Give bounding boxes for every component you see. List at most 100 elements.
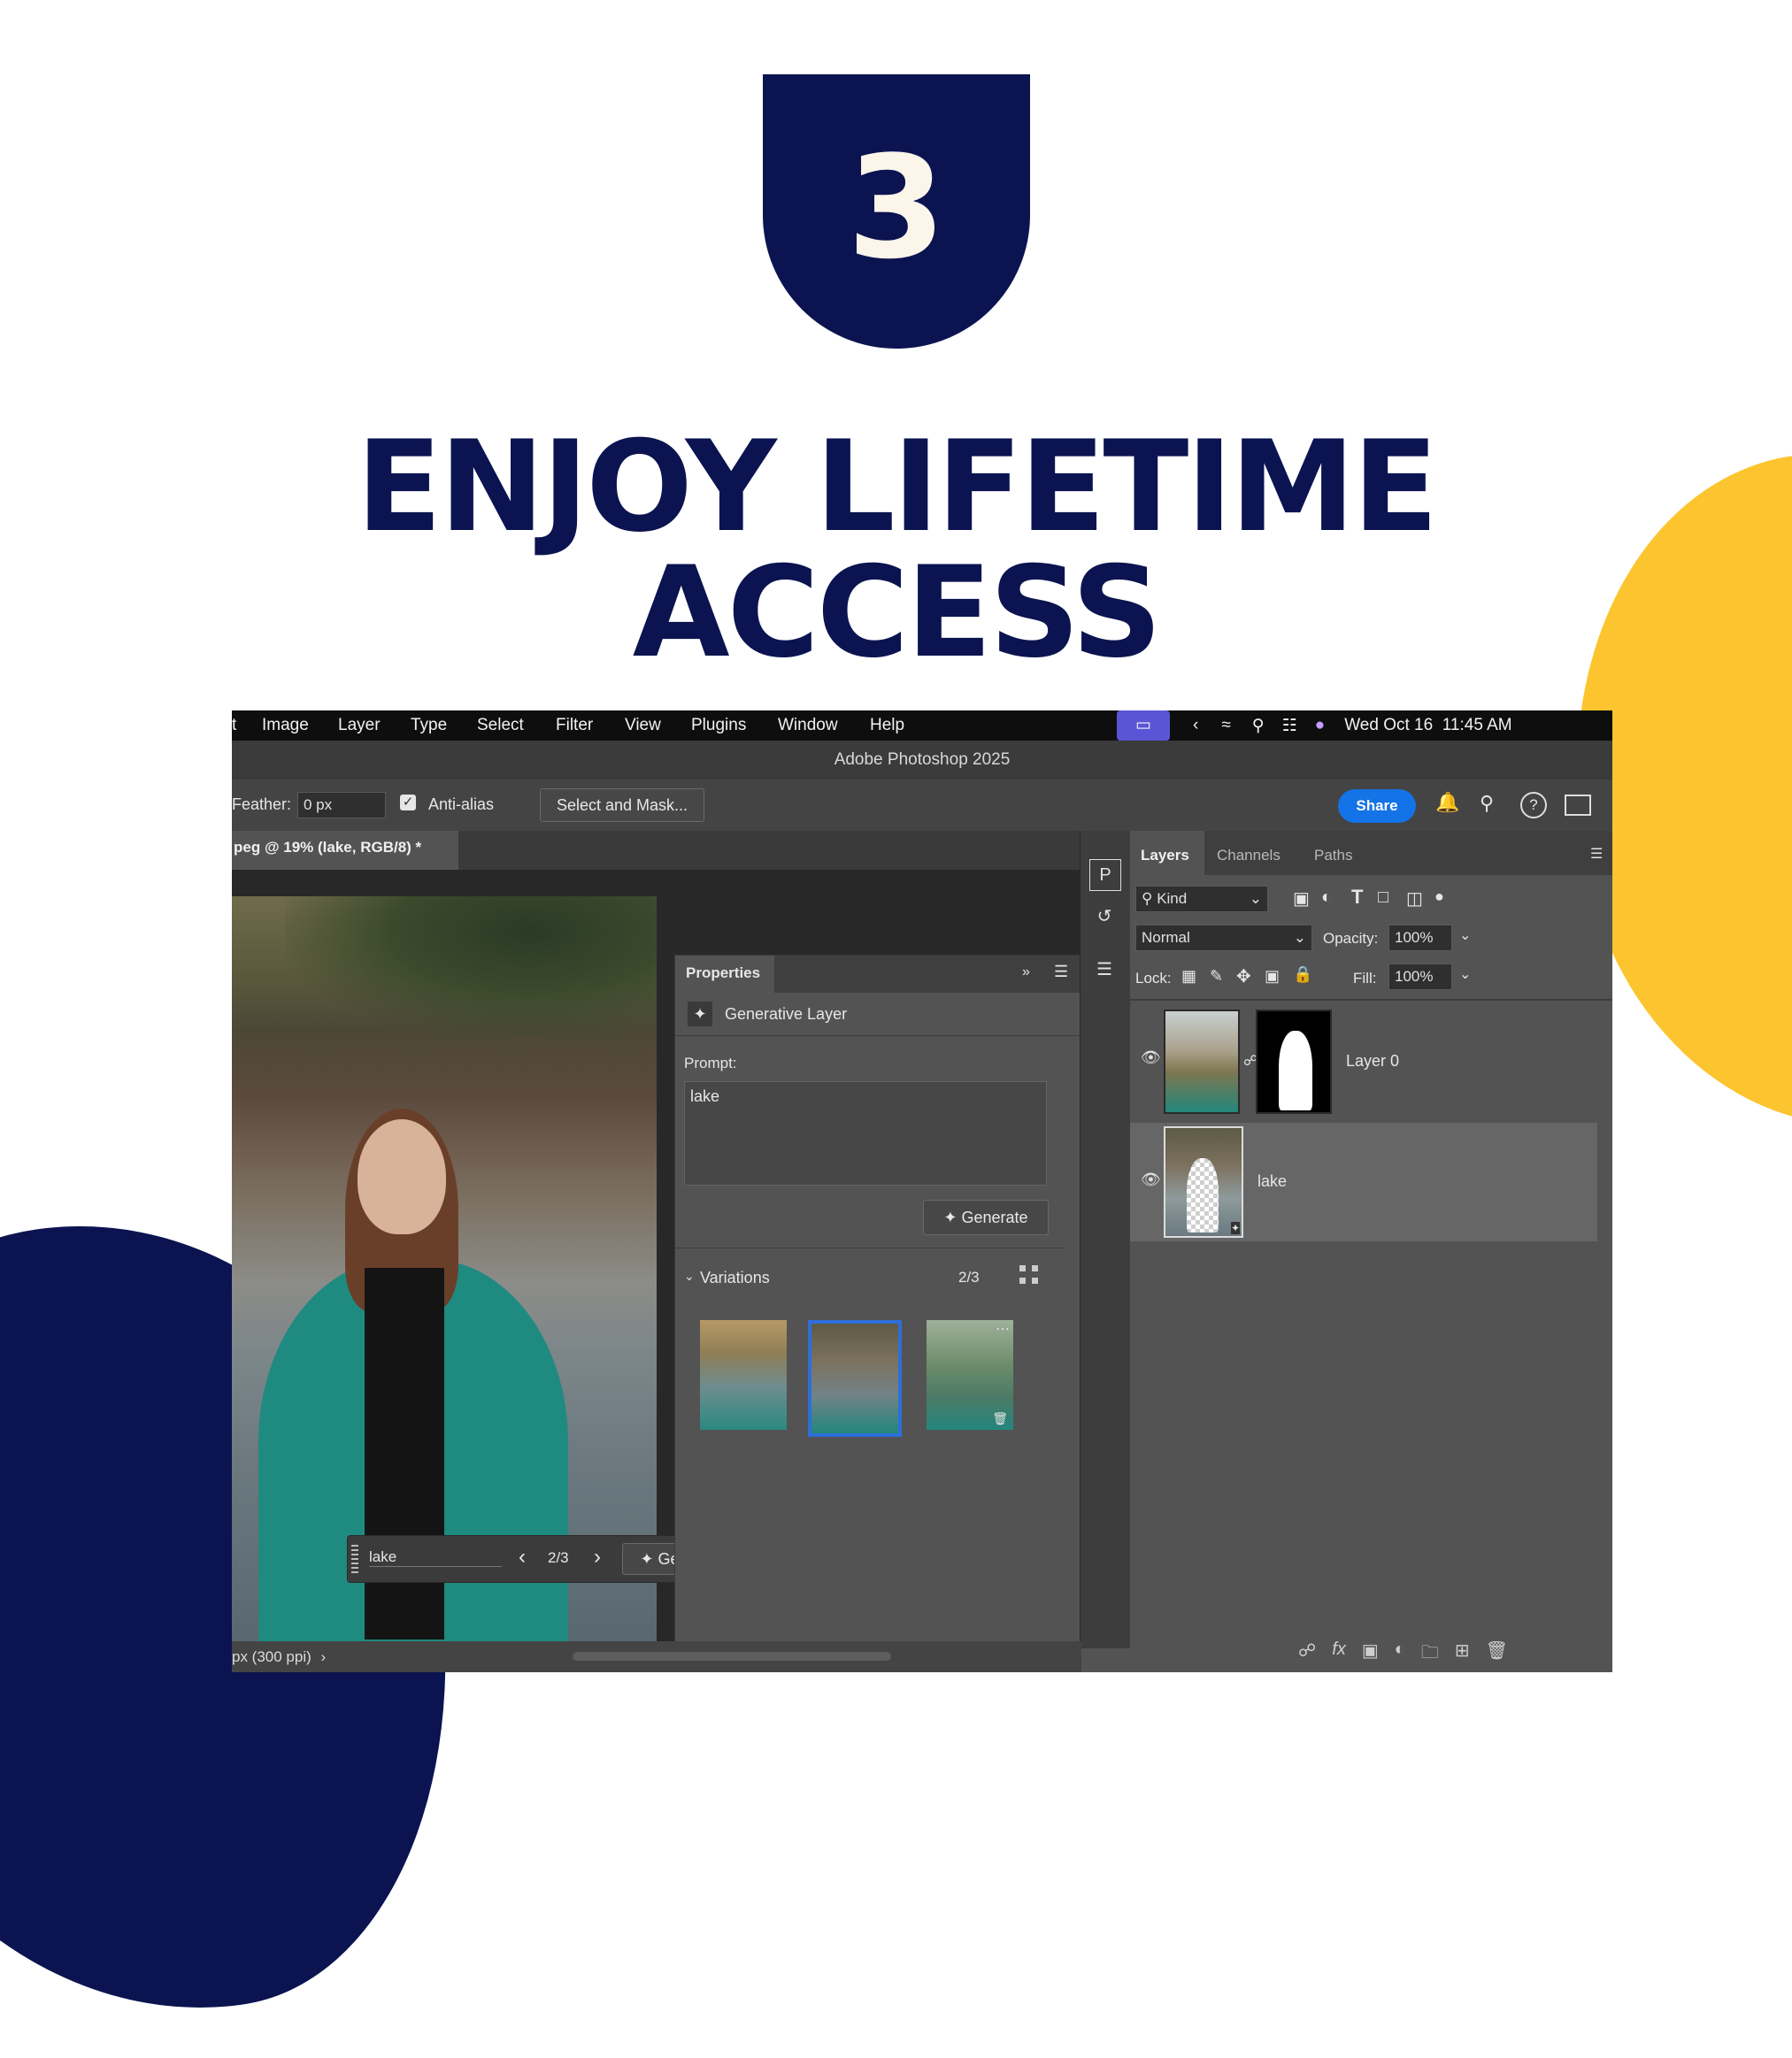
lock-transparent-icon[interactable]: ▦ — [1181, 967, 1196, 986]
lake-thumbnail: ✦ — [1164, 1126, 1243, 1238]
menu-item-t[interactable]: t — [232, 716, 236, 735]
chevron-left-icon[interactable]: ‹ — [1193, 716, 1198, 735]
filter-smart-object-icon[interactable]: ◫ — [1406, 887, 1423, 910]
mac-menu-bar: t Image Layer Type Select Filter View Pl… — [232, 710, 1612, 741]
generate-button[interactable]: ✦ Generate — [923, 1200, 1049, 1235]
feather-input[interactable]: 0 px — [297, 792, 386, 818]
prompt-label: Prompt: — [684, 1055, 737, 1071]
tab-channels[interactable]: Channels — [1217, 847, 1281, 864]
tab-paths[interactable]: Paths — [1314, 847, 1352, 864]
variations-chevron-icon[interactable]: ⌄ — [684, 1269, 695, 1284]
lock-all-icon[interactable]: 🔒 — [1293, 965, 1312, 984]
properties-tab[interactable]: Properties — [675, 956, 774, 993]
collapse-icon[interactable]: » — [1022, 964, 1030, 980]
lock-position-icon[interactable]: ✥ — [1236, 965, 1251, 987]
new-group-icon[interactable]: 🗀 — [1421, 1639, 1439, 1670]
antialias-label: Anti-alias — [428, 795, 495, 813]
chevron-down-icon: ⌄ — [1293, 929, 1306, 946]
delete-variation-icon[interactable]: 🗑 — [992, 1411, 1008, 1426]
prompt-input[interactable]: lake — [684, 1081, 1047, 1186]
panel-menu-icon[interactable]: ☰ — [1054, 963, 1068, 981]
horizontal-scrollbar[interactable] — [573, 1652, 891, 1661]
canvas-photo[interactable] — [232, 896, 657, 1641]
chevron-down-icon: ⌄ — [1249, 890, 1262, 907]
visibility-eye-icon[interactable]: 👁 — [1141, 1048, 1161, 1067]
lock-paint-icon[interactable]: ✎ — [1210, 967, 1223, 986]
variation-thumbnail-1[interactable] — [700, 1320, 787, 1430]
drag-handle-icon[interactable] — [351, 1545, 358, 1573]
help-icon[interactable]: ? — [1520, 792, 1547, 818]
menubar-datetime: Wed Oct 16 11:45 AM — [1344, 716, 1512, 734]
filter-kind-value: Kind — [1157, 890, 1188, 907]
menu-item-window[interactable]: Window — [778, 716, 838, 735]
face — [358, 1119, 446, 1234]
fill-input[interactable]: 100% — [1388, 964, 1452, 990]
menu-item-plugins[interactable]: Plugins — [691, 716, 746, 735]
generative-layer-label: Generative Layer — [725, 1005, 848, 1023]
filter-toggle-icon[interactable]: ● — [1434, 887, 1444, 906]
menu-item-type[interactable]: Type — [411, 716, 447, 735]
search-icon: ⚲ — [1142, 890, 1153, 907]
properties-panel-icon[interactable]: P — [1089, 859, 1121, 891]
variation-counter: 2/3 — [548, 1549, 569, 1566]
layers-panel: Layers Channels Paths ☰ ⚲ Kind ⌄ ▣ ◐ T □… — [1130, 831, 1612, 1672]
menu-item-view[interactable]: View — [625, 716, 661, 735]
photoshop-screenshot: t Image Layer Type Select Filter View Pl… — [232, 710, 1612, 1672]
add-mask-icon[interactable]: ▣ — [1362, 1639, 1379, 1670]
window-title: Adobe Photoshop 2025 — [232, 741, 1612, 779]
document-tab[interactable]: peg @ 19% (lake, RGB/8) * — [232, 831, 458, 870]
filter-pixel-icon[interactable]: ▣ — [1293, 887, 1310, 910]
workspace-icon[interactable] — [1565, 795, 1591, 816]
filter-adjustment-icon[interactable]: ◐ — [1321, 887, 1332, 908]
adjustments-icon[interactable]: ☰ — [1089, 955, 1119, 985]
new-layer-icon[interactable]: ⊞ — [1455, 1639, 1470, 1670]
menu-item-select[interactable]: Select — [477, 716, 524, 735]
variation-thumbnail-2[interactable] — [808, 1320, 902, 1437]
antialias-checkbox[interactable]: ✓ — [400, 795, 416, 810]
grid-view-icon[interactable] — [1013, 1265, 1038, 1290]
wifi-icon[interactable]: ≈ — [1221, 716, 1230, 735]
blend-mode-select[interactable]: Normal ⌄ — [1135, 925, 1312, 951]
visibility-eye-icon[interactable]: 👁 — [1141, 1171, 1161, 1189]
opacity-dropdown-icon[interactable]: ⌄ — [1459, 926, 1471, 944]
variation-thumbnail-3[interactable]: ⋯ 🗑 — [927, 1320, 1013, 1430]
screen-mirror-icon[interactable]: ▭ — [1117, 710, 1170, 741]
history-icon[interactable]: ↺ — [1089, 902, 1119, 932]
bell-icon[interactable]: 🔔 — [1435, 791, 1459, 814]
black-shirt — [365, 1268, 444, 1639]
next-variation-icon[interactable]: › — [594, 1545, 601, 1570]
panel-menu-icon[interactable]: ☰ — [1590, 845, 1603, 863]
siri-icon[interactable]: ● — [1315, 716, 1325, 735]
status-chevron-icon[interactable]: › — [321, 1648, 327, 1665]
taskbar-prompt-input[interactable]: lake — [369, 1548, 502, 1567]
lock-artboard-icon[interactable]: ▣ — [1265, 967, 1280, 986]
share-button[interactable]: Share — [1338, 789, 1416, 823]
properties-panel: Properties » ☰ ✦ Generative Layer Prompt… — [674, 955, 1081, 1650]
generate-label: Generate — [961, 1209, 1028, 1226]
previous-variation-icon[interactable]: ‹ — [519, 1545, 526, 1570]
tab-layers[interactable]: Layers — [1141, 847, 1189, 864]
layer-row-layer-0[interactable]: 👁 ☍ Layer 0 — [1130, 1002, 1597, 1121]
menu-item-help[interactable]: Help — [870, 716, 904, 735]
menu-item-filter[interactable]: Filter — [556, 716, 593, 735]
select-and-mask-button[interactable]: Select and Mask... — [540, 788, 704, 822]
layer-row-lake[interactable]: 👁 ✦ lake — [1130, 1123, 1597, 1241]
search-icon[interactable]: ⚲ — [1252, 716, 1265, 736]
delete-layer-icon[interactable]: 🗑 — [1486, 1639, 1508, 1670]
fill-dropdown-icon[interactable]: ⌄ — [1459, 965, 1471, 983]
adjustment-layer-icon[interactable]: ◐ — [1395, 1639, 1405, 1670]
variation-more-icon[interactable]: ⋯ — [996, 1320, 1010, 1338]
filter-type-icon[interactable]: T — [1351, 886, 1363, 909]
link-layers-icon[interactable]: ☍ — [1298, 1639, 1316, 1670]
menu-item-image[interactable]: Image — [262, 716, 309, 735]
filter-kind-select[interactable]: ⚲ Kind ⌄ — [1135, 886, 1268, 912]
headline-line-1: ENJOY LIFETIME — [356, 414, 1439, 560]
menu-item-layer[interactable]: Layer — [338, 716, 381, 735]
search-icon[interactable]: ⚲ — [1480, 792, 1494, 815]
control-center-icon[interactable]: ☷ — [1282, 716, 1297, 736]
layer-0-thumbnail — [1164, 1010, 1240, 1114]
filter-shape-icon[interactable]: □ — [1378, 887, 1388, 908]
document-info: px (300 ppi) — [232, 1648, 311, 1665]
opacity-input[interactable]: 100% — [1388, 925, 1452, 951]
fx-icon[interactable]: fx — [1332, 1639, 1346, 1670]
